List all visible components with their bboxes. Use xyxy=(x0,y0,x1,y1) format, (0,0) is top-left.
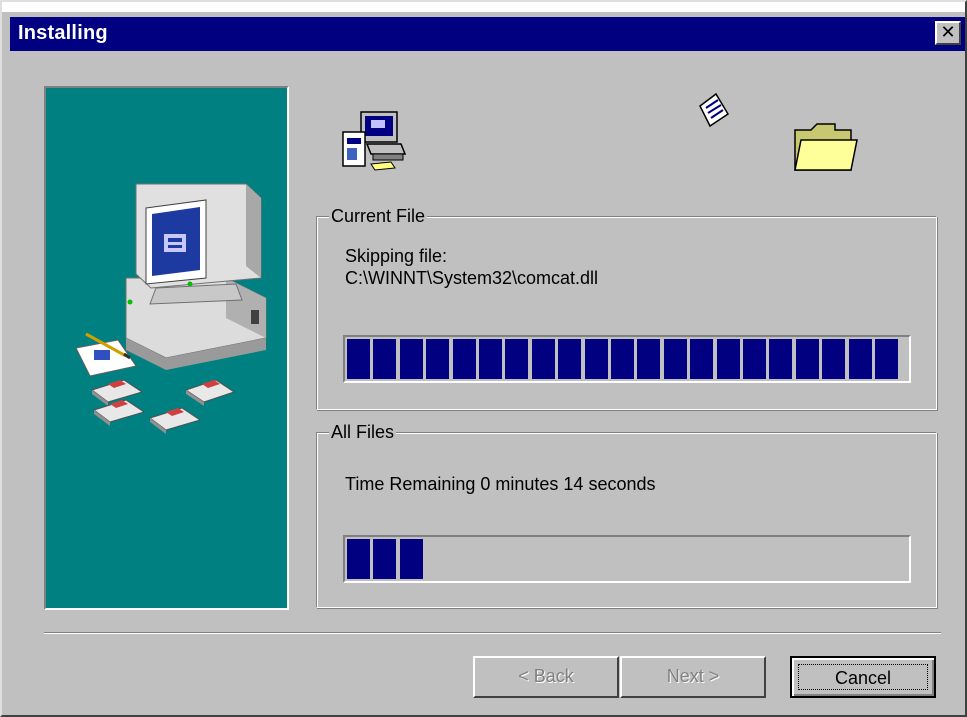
progress-block xyxy=(479,339,502,379)
progress-block xyxy=(611,339,634,379)
top-strip xyxy=(2,2,965,12)
file-status-text: Skipping file: xyxy=(345,246,448,266)
progress-block xyxy=(373,339,396,379)
progress-block xyxy=(769,339,792,379)
all-files-progress-fill xyxy=(347,539,907,579)
window-title: Installing xyxy=(18,22,108,44)
cancel-button[interactable]: Cancel xyxy=(790,656,936,698)
document-icon xyxy=(699,92,730,128)
time-remaining-text: Time Remaining 0 minutes 14 seconds xyxy=(345,474,656,494)
progress-block xyxy=(426,339,449,379)
all-files-group-label: All Files xyxy=(329,421,397,443)
progress-block xyxy=(347,339,370,379)
button-separator xyxy=(44,632,941,634)
computer-setup-illustration-icon xyxy=(75,183,267,434)
all-files-group: All Files Time Remaining 0 minutes 14 se… xyxy=(316,421,937,608)
next-button[interactable]: Next > xyxy=(620,656,766,698)
current-file-progress-fill xyxy=(347,339,907,379)
progress-block xyxy=(849,339,872,379)
progress-block xyxy=(585,339,608,379)
close-button[interactable]: ✕ xyxy=(935,21,961,45)
progress-block xyxy=(822,339,845,379)
progress-block xyxy=(505,339,528,379)
progress-block xyxy=(690,339,713,379)
progress-block xyxy=(400,539,423,579)
current-file-group: Current File Skipping file: C:\WINNT\Sys… xyxy=(316,205,937,410)
progress-block xyxy=(637,339,660,379)
floppy-disk-icon xyxy=(92,399,146,426)
progress-block xyxy=(453,339,476,379)
progress-block xyxy=(532,339,555,379)
title-bar[interactable]: Installing ✕ xyxy=(10,17,965,51)
progress-block xyxy=(796,339,819,379)
computer-icon xyxy=(342,111,407,171)
progress-block xyxy=(875,339,898,379)
cancel-button-label: Cancel xyxy=(798,664,928,690)
progress-block xyxy=(347,539,370,579)
back-button[interactable]: < Back xyxy=(473,656,619,698)
installer-window: Installing ✕ Current File Skipping file:… xyxy=(0,0,967,717)
progress-block xyxy=(743,339,766,379)
floppy-disk-icon xyxy=(184,379,236,406)
current-file-progress-bar xyxy=(343,335,911,383)
all-files-progress-bar xyxy=(343,535,911,583)
progress-block xyxy=(373,539,396,579)
current-file-group-label: Current File xyxy=(329,205,428,227)
progress-block xyxy=(400,339,423,379)
progress-block xyxy=(717,339,740,379)
floppy-disk-icon xyxy=(148,407,202,434)
progress-block xyxy=(664,339,687,379)
side-illustration-panel xyxy=(44,86,289,610)
folder-icon xyxy=(794,123,858,171)
file-path-text: C:\WINNT\System32\comcat.dll xyxy=(345,268,599,288)
progress-block xyxy=(558,339,581,379)
